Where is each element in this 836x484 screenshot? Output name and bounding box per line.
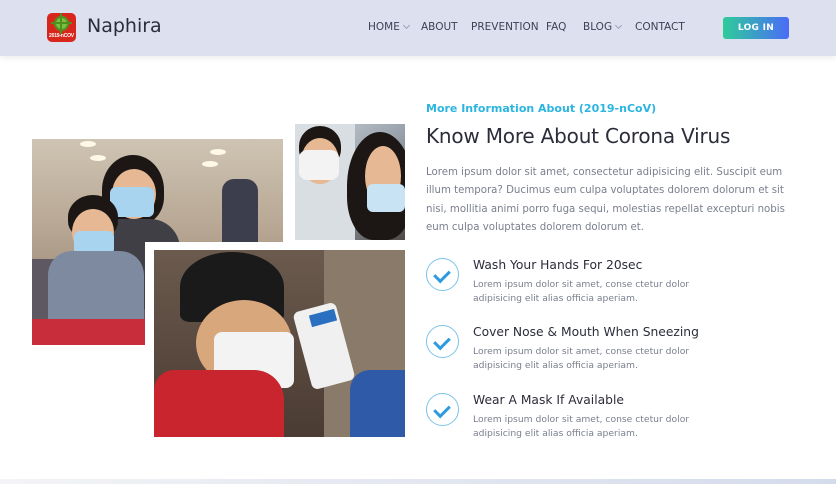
check-icon [426,325,459,358]
nav-faq-label: FAQ [546,21,567,33]
nav-about[interactable]: ABOUT [421,21,458,33]
nav-prevention[interactable]: PREVENTION [471,21,539,33]
feature-text: Lorem ipsum dolor sit amet, conse ctetur… [473,279,690,304]
login-button[interactable]: LOG IN [723,17,789,39]
nav-home[interactable]: HOME [368,21,410,33]
nav-home-label: HOME [368,21,400,33]
ceiling-light [210,149,226,155]
check-icon [426,393,459,426]
site-header: 2019-nCOV Naphira HOME ABOUT PREVENTION … [0,0,836,56]
nav-faq[interactable]: FAQ [546,21,566,33]
logo-icon[interactable]: 2019-nCOV [47,13,76,42]
chevron-down-icon [615,21,623,30]
child-body [48,251,144,321]
section-eyebrow: More Information About (2019-nCoV) [426,102,657,115]
feature-text: Lorem ipsum dolor sit amet, conse ctetur… [473,346,690,371]
man-mask [299,150,339,180]
section-description: Lorem ipsum dolor sit amet, consectetur … [426,167,785,234]
chevron-down-icon [402,21,410,30]
nav-blog-label: BLOG [583,21,613,33]
feature-title: Cover Nose & Mouth When Sneezing [473,325,699,339]
brand-name[interactable]: Naphira [87,15,162,37]
feature-text: Lorem ipsum dolor sit amet, conse ctetur… [473,414,690,439]
next-section-edge [0,479,836,484]
nav-contact[interactable]: CONTACT [635,21,685,33]
photo-man-thermometer [154,250,405,437]
feature-title: Wash Your Hands For 20sec [473,258,643,272]
man-jacket [154,370,284,437]
logo-badge-text: 2019-nCOV [49,33,74,39]
feature-title: Wear A Mask If Available [473,393,624,407]
photo-woman-mask [295,124,405,240]
woman-mask [367,184,405,212]
ceiling-light [90,155,106,161]
nav-blog[interactable]: BLOG [583,21,623,33]
gloved-arm [350,370,405,437]
check-icon [426,258,459,291]
ceiling-light [80,141,96,147]
nav-about-label: ABOUT [421,21,458,33]
nav-prevention-label: PREVENTION [471,21,539,33]
ceiling-light [202,161,218,167]
image-frame [145,242,285,250]
nav-contact-label: CONTACT [635,21,685,33]
virus-icon [51,13,72,34]
section-title: Know More About Corona Virus [426,124,731,148]
